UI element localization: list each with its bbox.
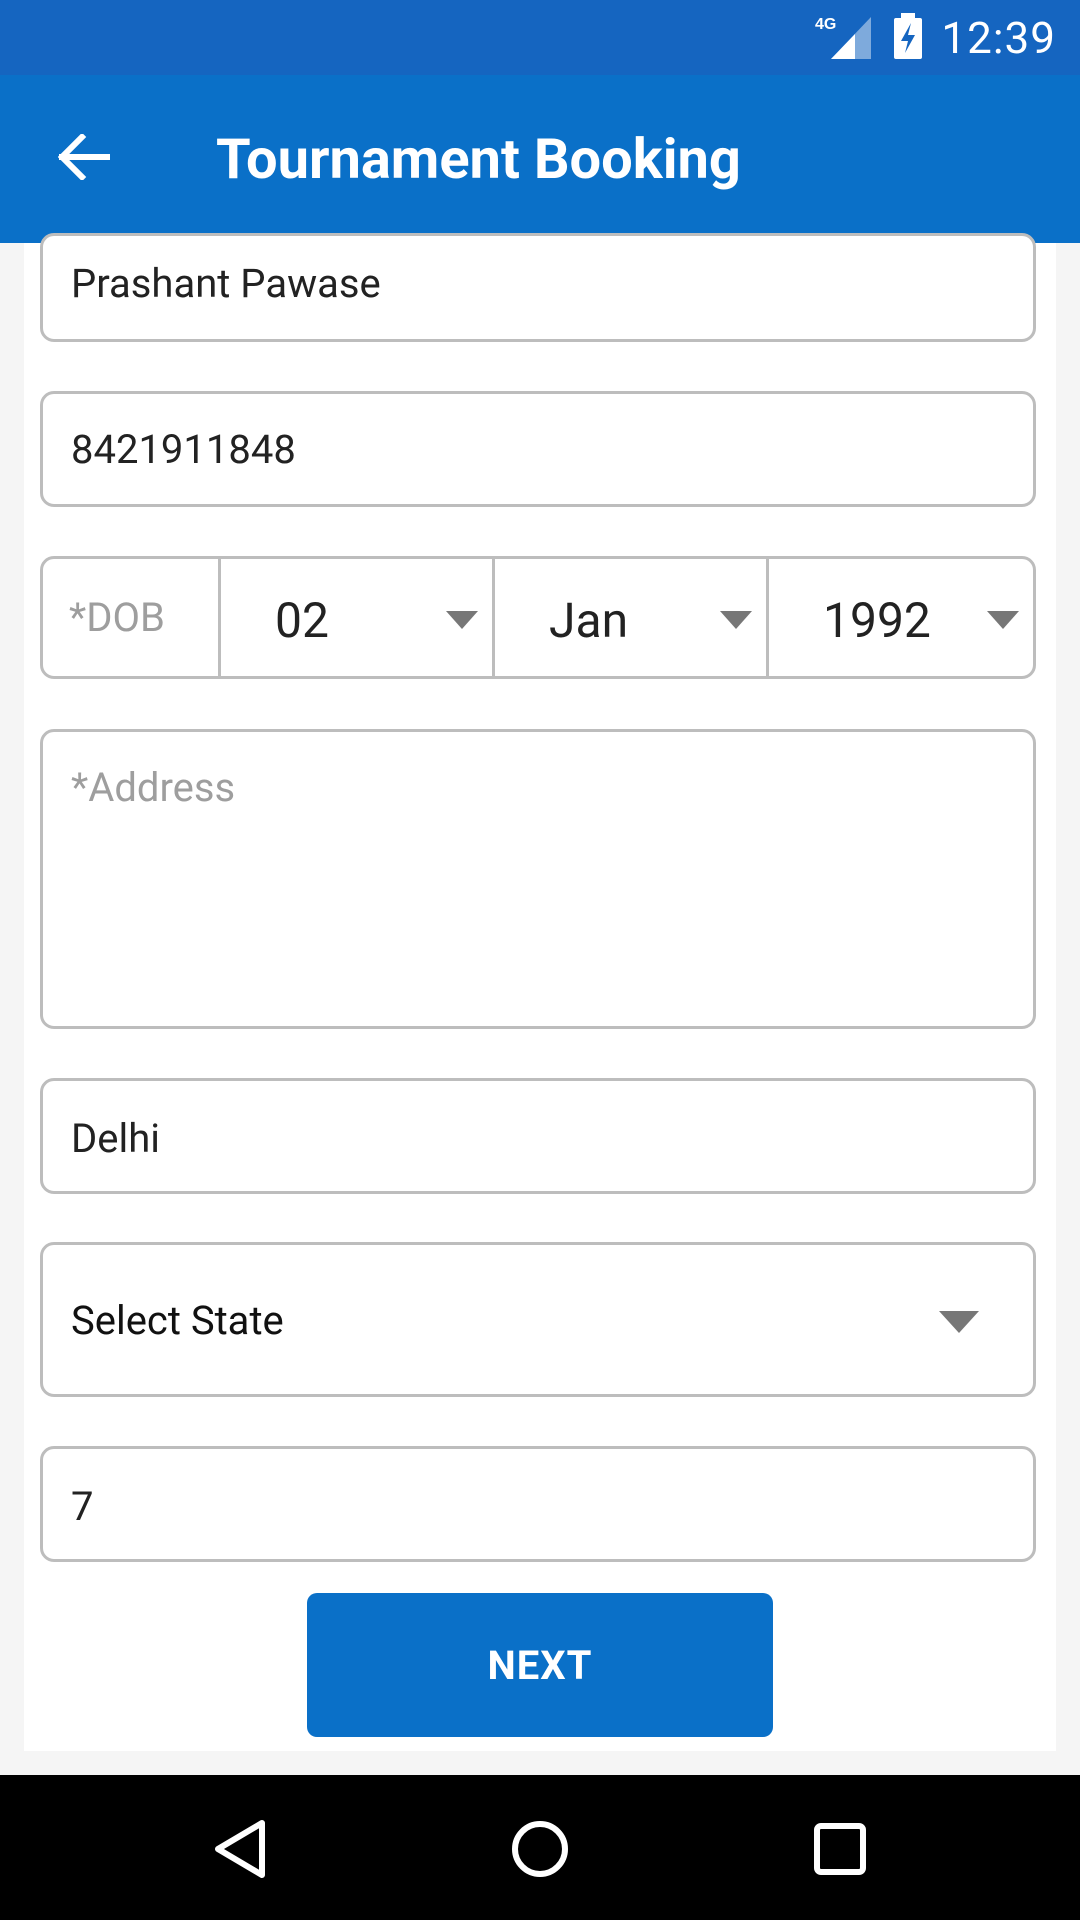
state-select-value: Select State: [71, 1297, 284, 1344]
nav-home-button[interactable]: [500, 1811, 580, 1891]
next-button[interactable]: NEXT: [307, 1593, 773, 1737]
status-time: 12:39: [941, 12, 1056, 64]
dob-month-select[interactable]: Jan: [495, 559, 769, 676]
dob-month-value: Jan: [549, 592, 629, 649]
arrow-left-icon: [57, 132, 111, 184]
page-title: Tournament Booking: [216, 126, 741, 192]
system-nav-bar: [0, 1775, 1080, 1920]
app-bar: Tournament Booking: [0, 75, 1080, 243]
status-bar: 4G 12:39: [0, 0, 1080, 75]
back-button[interactable]: [44, 119, 124, 199]
dob-year-select[interactable]: 1992: [769, 559, 1033, 676]
back-triangle-icon: [212, 1819, 268, 1883]
address-placeholder: *Address: [71, 764, 236, 811]
city-field[interactable]: Delhi: [40, 1078, 1036, 1194]
chevron-down-icon: [446, 611, 478, 629]
chevron-down-icon: [939, 1311, 979, 1337]
svg-text:4G: 4G: [815, 16, 836, 33]
network-signal-icon: 4G: [815, 13, 875, 63]
name-field[interactable]: Prashant Pawase: [40, 233, 1036, 342]
chevron-down-icon: [987, 611, 1019, 629]
nav-back-button[interactable]: [200, 1811, 280, 1891]
phone-field[interactable]: 8421911848: [40, 391, 1036, 507]
dob-row: *DOB 02 Jan 1992: [40, 556, 1036, 679]
dob-day-value: 02: [275, 592, 329, 649]
extra-field[interactable]: 7: [40, 1446, 1036, 1562]
name-value: Prashant Pawase: [71, 260, 381, 307]
dob-label: *DOB: [43, 559, 221, 676]
status-icons: 4G 12:39: [815, 12, 1056, 64]
recents-square-icon: [812, 1821, 868, 1881]
address-field[interactable]: *Address: [40, 729, 1036, 1029]
extra-field-value: 7: [71, 1483, 94, 1530]
state-select[interactable]: Select State: [40, 1242, 1036, 1397]
home-circle-icon: [510, 1819, 570, 1883]
battery-charging-icon: [893, 13, 923, 63]
dob-day-select[interactable]: 02: [221, 559, 495, 676]
phone-value: 8421911848: [71, 426, 296, 473]
dob-year-value: 1992: [823, 592, 931, 649]
nav-recents-button[interactable]: [800, 1811, 880, 1891]
form-card: Prashant Pawase 8421911848 *DOB 02 Jan 1…: [24, 233, 1056, 1751]
chevron-down-icon: [720, 611, 752, 629]
city-value: Delhi: [71, 1115, 160, 1162]
